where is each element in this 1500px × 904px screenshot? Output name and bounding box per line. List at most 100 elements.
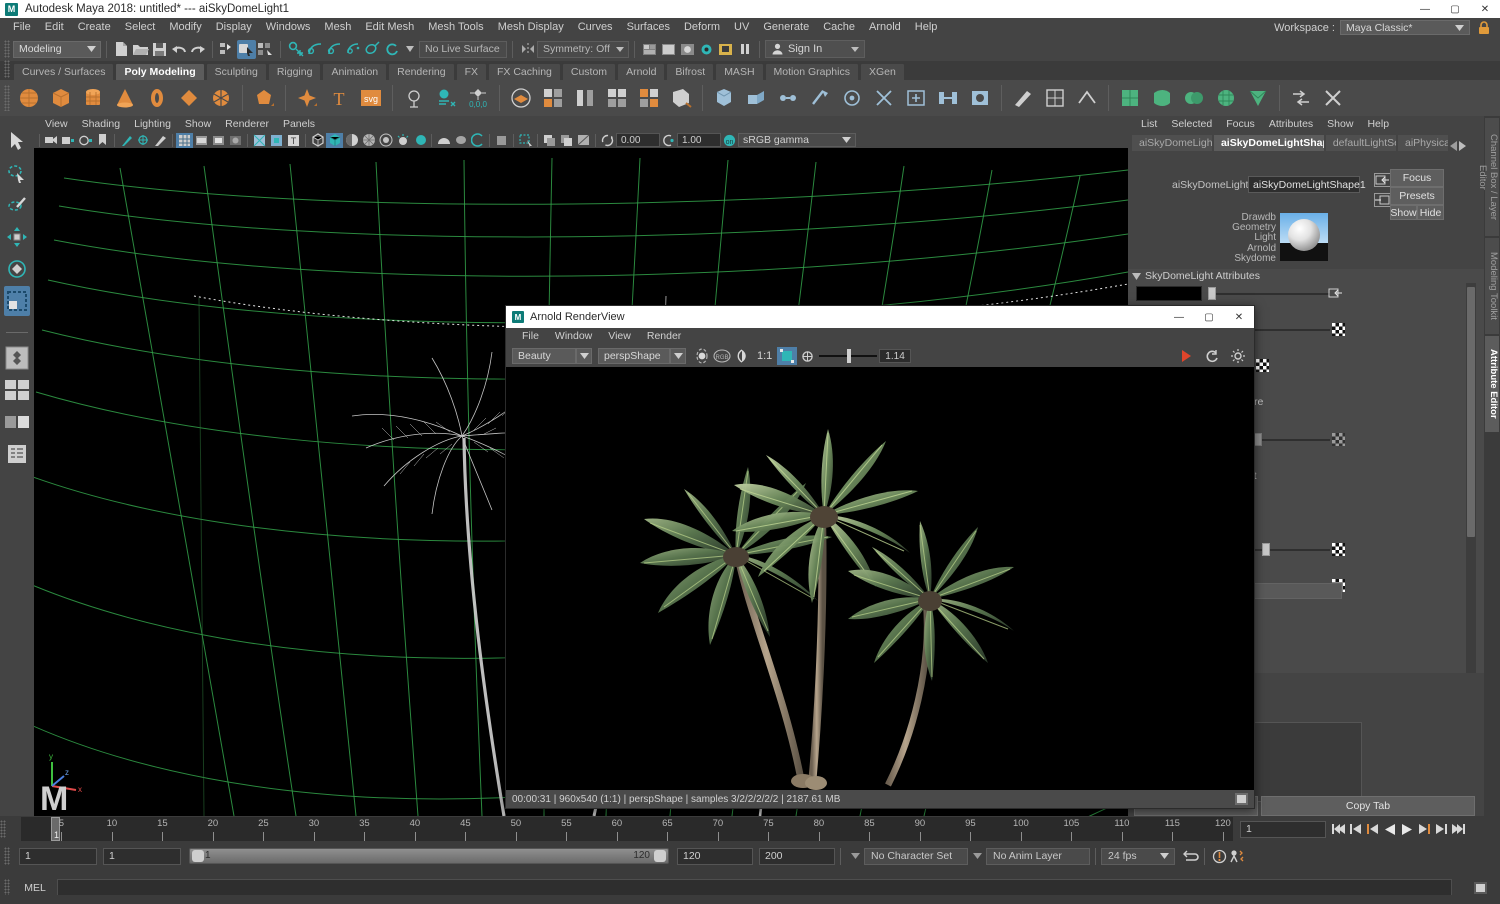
viewport-menu-renderer[interactable]: Renderer xyxy=(218,116,276,132)
go-to-start-button[interactable] xyxy=(1330,820,1347,838)
menu-item-edit-mesh[interactable]: Edit Mesh xyxy=(358,18,421,37)
time-slider-grip[interactable] xyxy=(0,820,6,838)
snap-to-curve-button[interactable] xyxy=(305,40,324,59)
command-language-label[interactable]: MEL xyxy=(13,882,57,894)
transfer-attributes-icon[interactable] xyxy=(1286,83,1316,113)
color-management-icon[interactable]: on xyxy=(721,133,738,148)
renderview-rgb-toggle-icon[interactable]: RGB xyxy=(712,347,732,365)
renderview-close-button[interactable]: ✕ xyxy=(1224,306,1254,328)
shelf-tab-rigging[interactable]: Rigging xyxy=(268,63,322,80)
exposure-reset-icon[interactable] xyxy=(599,133,616,148)
menu-item-uv[interactable]: UV xyxy=(727,18,756,37)
menu-item-file[interactable]: File xyxy=(6,18,38,37)
last-tool-button[interactable] xyxy=(4,343,30,373)
play-forwards-button[interactable] xyxy=(1398,820,1415,838)
menu-item-select[interactable]: Select xyxy=(118,18,163,37)
isolate-select-icon[interactable] xyxy=(268,133,285,148)
menu-item-curves[interactable]: Curves xyxy=(571,18,620,37)
renderview-exposure-slider[interactable] xyxy=(819,349,877,363)
ae-menu-attributes[interactable]: Attributes xyxy=(1262,116,1320,133)
viewport-exposure-field[interactable]: 0.00 xyxy=(616,133,660,147)
ae-node-name-field[interactable]: aiSkyDomeLightShape1 xyxy=(1248,176,1360,193)
polygon-cube-icon[interactable] xyxy=(46,83,76,113)
undo-button[interactable] xyxy=(169,40,188,59)
polygon-platonic-icon[interactable] xyxy=(249,83,279,113)
text-tool-icon[interactable]: T xyxy=(324,83,354,113)
playback-speed-dropdown[interactable]: 24 fps xyxy=(1101,848,1175,865)
open-scene-button[interactable] xyxy=(131,40,150,59)
sign-in-button[interactable]: Sign In xyxy=(765,40,865,58)
merge-vertices-icon[interactable] xyxy=(773,83,803,113)
menu-item-create[interactable]: Create xyxy=(71,18,118,37)
auto-key-icon[interactable] xyxy=(1210,847,1228,865)
symmetry-dropdown[interactable]: Symmetry: Off xyxy=(537,41,629,58)
image-plane-icon[interactable] xyxy=(575,133,592,148)
paint-effects-icon[interactable] xyxy=(118,133,135,148)
shelf-tab-rendering[interactable]: Rendering xyxy=(388,63,454,80)
xray-mode-icon[interactable] xyxy=(152,133,169,148)
attr-exposure-map-icon[interactable] xyxy=(1256,359,1269,372)
ae-node-input-button[interactable] xyxy=(1374,173,1391,187)
lasso-select-tool-button[interactable] xyxy=(4,158,30,188)
reset-transform-icon[interactable]: 0,0,0 xyxy=(463,83,493,113)
vtab-attribute-editor[interactable]: Attribute Editor xyxy=(1485,336,1499,432)
booleans-icon[interactable] xyxy=(602,83,632,113)
viewport-menu-show[interactable]: Show xyxy=(178,116,218,132)
redo-button[interactable] xyxy=(188,40,207,59)
render-settings-button[interactable] xyxy=(640,40,659,59)
step-forward-frame-button[interactable] xyxy=(1415,820,1432,838)
screen-space-ao-icon[interactable] xyxy=(435,133,452,148)
motion-blur-icon[interactable] xyxy=(411,133,428,148)
gate-mask-icon[interactable] xyxy=(227,133,244,148)
menu-item-edit[interactable]: Edit xyxy=(38,18,71,37)
shelf-tab-xgen[interactable]: XGen xyxy=(860,63,905,80)
minimize-button[interactable]: — xyxy=(1410,0,1440,18)
ae-attr-scrollbar[interactable] xyxy=(1466,283,1476,673)
resolution-gate-icon[interactable] xyxy=(210,133,227,148)
polygon-disc-icon[interactable] xyxy=(206,83,236,113)
shelf-tab-fx[interactable]: FX xyxy=(456,63,487,80)
renderview-exposure-reset-icon[interactable] xyxy=(797,347,817,365)
polygon-torus-icon[interactable] xyxy=(142,83,172,113)
ae-focus-button[interactable]: Focus xyxy=(1390,169,1444,187)
menu-item-modify[interactable]: Modify xyxy=(162,18,208,37)
viewport-settings-icon[interactable] xyxy=(493,133,510,148)
shelf-tab-bifrost[interactable]: Bifrost xyxy=(666,63,714,80)
ae-menu-selected[interactable]: Selected xyxy=(1164,116,1219,133)
workspace-lock-icon[interactable] xyxy=(1476,20,1492,36)
paint-select-tool-button[interactable] xyxy=(4,190,30,220)
select-by-component-button[interactable] xyxy=(256,40,275,59)
anim-start-field[interactable]: 1 xyxy=(103,848,181,865)
attr-color-swatch[interactable] xyxy=(1136,286,1202,301)
attr-color-temperature-map-icon[interactable] xyxy=(1332,433,1345,446)
renderview-minimize-button[interactable]: — xyxy=(1164,306,1194,328)
shelf-icons-grip[interactable] xyxy=(4,85,10,111)
snap-to-projected-center-button[interactable] xyxy=(343,40,362,59)
target-weld-icon[interactable] xyxy=(837,83,867,113)
shadows-icon[interactable] xyxy=(377,133,394,148)
viewport-menu-view[interactable]: View xyxy=(38,116,75,132)
range-end-field[interactable]: 120 xyxy=(677,848,753,865)
renderview-menu-file[interactable]: File xyxy=(514,328,547,345)
time-slider-track[interactable]: 1 51015202530354045505560657075808590951… xyxy=(21,817,1233,841)
menu-item-windows[interactable]: Windows xyxy=(259,18,318,37)
ae-tab-aiskydomelightshape1[interactable]: aiSkyDomeLightShape1 xyxy=(1214,135,1324,151)
fill-hole-icon[interactable] xyxy=(965,83,995,113)
select-tool-button[interactable] xyxy=(4,126,30,156)
current-frame-field[interactable]: 1 xyxy=(1240,821,1326,838)
renderview-settings-gear-icon[interactable] xyxy=(1228,347,1248,365)
rotate-tool-button[interactable] xyxy=(4,254,30,284)
copy-image-icon[interactable] xyxy=(541,133,558,148)
renderview-flip-icon[interactable] xyxy=(732,347,752,365)
play-backwards-button[interactable] xyxy=(1381,820,1398,838)
connect-components-icon[interactable] xyxy=(869,83,899,113)
vtab-channel-box-layer-editor[interactable]: Channel Box / Layer Editor xyxy=(1485,118,1499,236)
polygon-plane-icon[interactable] xyxy=(174,83,204,113)
renderview-maximize-button[interactable]: ▢ xyxy=(1194,306,1224,328)
range-right-handle[interactable] xyxy=(654,850,666,862)
use-all-lights-icon[interactable] xyxy=(360,133,377,148)
vtab-modeling-toolkit[interactable]: Modeling Toolkit xyxy=(1485,238,1499,334)
renderview-exposure-value[interactable]: 1.14 xyxy=(879,349,910,363)
ae-tab-defaultlightset[interactable]: defaultLightSet xyxy=(1326,135,1396,151)
paste-image-icon[interactable] xyxy=(558,133,575,148)
